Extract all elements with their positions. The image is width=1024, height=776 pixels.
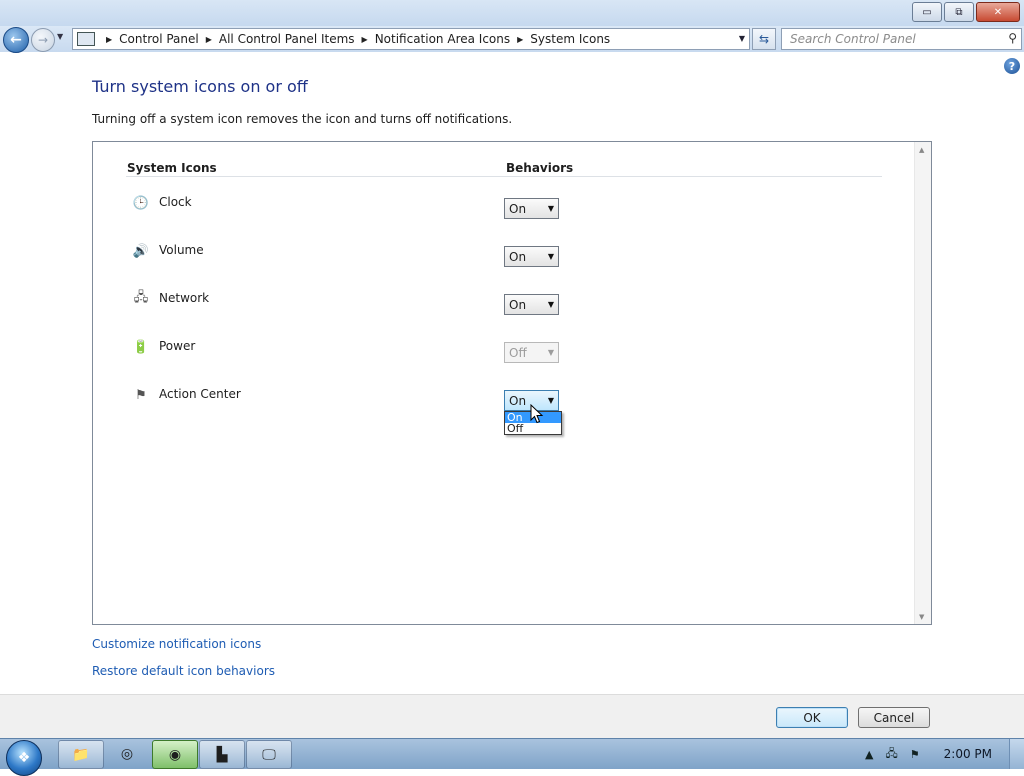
- breadcrumb-all-items[interactable]: All Control Panel Items: [219, 32, 355, 46]
- breadcrumb-control-panel[interactable]: Control Panel: [119, 32, 199, 46]
- taskbar: ❖ 📁 ◎ ◉ ▙ 🖵 ▲ 🖧 ⚑ 2:00 PM: [0, 738, 1024, 776]
- behavior-select-power: Off ▼: [504, 342, 559, 363]
- vertical-scrollbar[interactable]: ▲ ▼: [914, 142, 931, 624]
- show-desktop-button[interactable]: [1009, 739, 1024, 769]
- maximize-button[interactable]: ⧉: [944, 2, 974, 22]
- explorer-icon[interactable]: 📁: [58, 740, 104, 769]
- show-hidden-icons-chevron-icon[interactable]: ▲: [865, 748, 873, 761]
- scroll-up-arrow-icon[interactable]: ▲: [919, 146, 924, 154]
- breadcrumb-arrow-icon[interactable]: ▶: [106, 35, 112, 44]
- action-center-flag-icon[interactable]: ⚑: [910, 748, 920, 761]
- search-input[interactable]: [788, 31, 1002, 47]
- header-divider: [126, 176, 882, 177]
- search-box[interactable]: ⚲: [781, 28, 1022, 50]
- column-header-system-icons: System Icons: [127, 161, 217, 175]
- behavior-select-volume[interactable]: On ▼: [504, 246, 559, 267]
- mouse-cursor-icon: [530, 404, 544, 424]
- search-icon[interactable]: ⚲: [1008, 31, 1017, 45]
- dropdown-arrow-icon: ▼: [547, 252, 554, 261]
- navigation-bar: ← → ▼ ▶ Control Panel ▶ All Control Pane…: [0, 26, 1024, 53]
- row-label-action-center: Action Center: [159, 387, 241, 401]
- refresh-icon: ⇆: [758, 32, 770, 46]
- media-player-icon[interactable]: ◉: [152, 740, 198, 769]
- close-button[interactable]: ✕: [976, 2, 1020, 22]
- behavior-select-network[interactable]: On ▼: [504, 294, 559, 315]
- address-dropdown-icon[interactable]: ▼: [739, 34, 745, 43]
- row-label-clock: Clock: [159, 195, 192, 209]
- column-header-behaviors: Behaviors: [506, 161, 574, 175]
- help-button[interactable]: ?: [1004, 58, 1020, 74]
- select-value: On: [509, 298, 527, 312]
- customize-notification-icons-link[interactable]: Customize notification icons: [92, 637, 261, 651]
- remote-desktop-icon[interactable]: 🖵: [246, 740, 292, 769]
- row-label-power: Power: [159, 339, 196, 353]
- dropdown-option-off[interactable]: Off: [505, 423, 561, 434]
- breadcrumb-notification-area-icons[interactable]: Notification Area Icons: [375, 32, 510, 46]
- select-value: On: [509, 250, 527, 264]
- control-panel-window: ▭ ⧉ ✕ ← → ▼ ▶ Control Panel ▶ All Contro…: [0, 0, 1024, 739]
- cancel-button[interactable]: Cancel: [858, 707, 930, 728]
- control-panel-icon: [77, 32, 95, 46]
- start-button[interactable]: ❖: [6, 740, 42, 776]
- restore-default-behaviors-link[interactable]: Restore default icon behaviors: [92, 664, 275, 678]
- system-icons-panel: System Icons Behaviors 🕒 Clock On ▼ 🔊 Vo…: [92, 141, 932, 625]
- ok-button[interactable]: OK: [776, 707, 848, 728]
- network-tray-icon[interactable]: 🖧: [886, 745, 898, 764]
- dropdown-arrow-icon: ▼: [547, 300, 554, 309]
- breadcrumb-arrow-icon[interactable]: ▶: [517, 35, 523, 44]
- volume-icon: 🔊: [132, 243, 150, 259]
- dropdown-arrow-icon: ▼: [547, 204, 554, 213]
- refresh-button[interactable]: ⇆: [752, 28, 776, 50]
- flag-icon: ⚑: [135, 387, 147, 403]
- taskbar-clock[interactable]: 2:00 PM: [944, 747, 992, 761]
- select-value: Off: [509, 346, 527, 360]
- caption-buttons: ▭ ⧉ ✕: [912, 2, 1020, 22]
- network-icon: 🖧: [133, 290, 149, 305]
- dropdown-arrow-icon: ▼: [547, 348, 554, 357]
- minimize-button[interactable]: ▭: [912, 2, 942, 22]
- page-description: Turning off a system icon removes the ic…: [92, 112, 513, 126]
- address-bar[interactable]: ▶ Control Panel ▶ All Control Panel Item…: [72, 28, 750, 50]
- clock-icon: 🕒: [132, 195, 150, 211]
- behavior-select-clock[interactable]: On ▼: [504, 198, 559, 219]
- title-bar: ▭ ⧉ ✕: [0, 0, 1024, 26]
- power-icon: 🔋: [132, 339, 150, 355]
- dialog-footer: OK Cancel: [0, 694, 1024, 739]
- select-value: On: [509, 202, 527, 216]
- page-title: Turn system icons on or off: [92, 77, 308, 96]
- notification-area: ▲ 🖧 ⚑ 2:00 PM: [859, 739, 1024, 769]
- row-label-volume: Volume: [159, 243, 204, 257]
- control-panel-icon[interactable]: ▙: [199, 740, 245, 769]
- scroll-down-arrow-icon[interactable]: ▼: [919, 613, 924, 621]
- forward-arrow-icon[interactable]: →: [31, 28, 55, 52]
- row-label-network: Network: [159, 291, 210, 305]
- breadcrumb-arrow-icon[interactable]: ▶: [362, 35, 368, 44]
- breadcrumb-arrow-icon[interactable]: ▶: [206, 35, 212, 44]
- recent-pages-chevron-icon[interactable]: ▼: [57, 32, 63, 41]
- back-arrow-icon[interactable]: ←: [3, 27, 29, 53]
- select-value: On: [509, 394, 527, 408]
- windows-logo-icon: ❖: [17, 750, 31, 766]
- dropdown-arrow-icon: ▼: [547, 396, 554, 405]
- ie-icon[interactable]: ◎: [105, 740, 149, 767]
- breadcrumb-system-icons[interactable]: System Icons: [530, 32, 610, 46]
